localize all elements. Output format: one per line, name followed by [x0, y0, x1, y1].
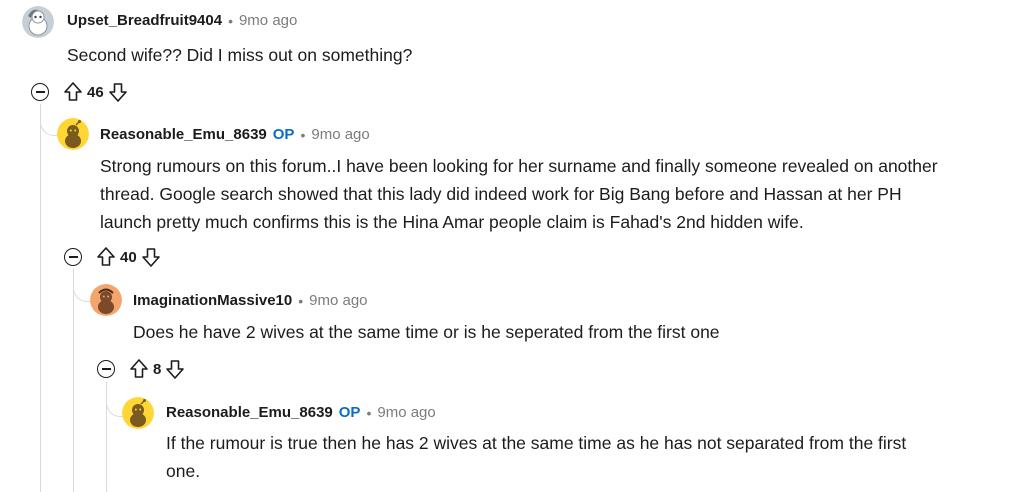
collapse-icon[interactable]	[64, 248, 82, 266]
collapse-icon[interactable]	[31, 83, 49, 101]
comment-body: Does he have 2 wives at the same time or…	[133, 318, 720, 346]
snoo-avatar-icon	[122, 397, 154, 429]
meta-separator: •	[228, 12, 233, 29]
comment-line: thread. Google search showed that this l…	[100, 184, 902, 204]
meta-separator: •	[300, 126, 306, 143]
comment-body: Strong rumours on this forum..I have bee…	[100, 152, 938, 236]
downvote-icon[interactable]	[108, 81, 128, 103]
avatar[interactable]	[22, 6, 54, 38]
comment-header: Reasonable_Emu_8639 OP • 9mo ago	[166, 404, 436, 421]
comment-header: ImaginationMassive10 • 9mo ago	[133, 292, 368, 309]
vote-count: 40	[120, 248, 137, 266]
thread-line-level-1[interactable]	[73, 268, 74, 492]
thread-line-level-0[interactable]	[40, 104, 41, 492]
timestamp[interactable]: 9mo ago	[311, 126, 369, 143]
timestamp[interactable]: 9mo ago	[309, 292, 367, 309]
timestamp[interactable]: 9mo ago	[377, 404, 435, 421]
snoo-avatar-icon	[22, 6, 54, 38]
upvote-icon[interactable]	[96, 246, 116, 268]
comment-actions: 40	[64, 245, 161, 269]
avatar[interactable]	[122, 397, 154, 429]
comment-actions: 46	[31, 80, 128, 104]
author-name[interactable]: Reasonable_Emu_8639	[166, 404, 333, 421]
comment-line: Strong rumours on this forum..I have bee…	[100, 156, 938, 176]
timestamp[interactable]: 9mo ago	[239, 12, 297, 29]
collapse-icon[interactable]	[97, 360, 115, 378]
comment-header: Reasonable_Emu_8639 OP • 9mo ago	[100, 126, 370, 143]
upvote-icon[interactable]	[63, 81, 83, 103]
comment-line: Does he have 2 wives at the same time or…	[133, 322, 720, 342]
comment-line: Second wife?? Did I miss out on somethin…	[67, 45, 413, 65]
upvote-icon[interactable]	[129, 358, 149, 380]
vote-count: 8	[153, 360, 162, 378]
avatar[interactable]	[90, 284, 122, 316]
comment-line: one.	[166, 461, 201, 481]
author-name[interactable]: Upset_Breadfruit9404	[67, 12, 222, 29]
downvote-icon[interactable]	[165, 358, 185, 380]
comment-header: Upset_Breadfruit9404 • 9mo ago	[67, 12, 297, 29]
comment-line: If the rumour is true then he has 2 wive…	[166, 433, 907, 453]
op-badge: OP	[338, 404, 361, 421]
downvote-icon[interactable]	[141, 246, 161, 268]
vote-count: 46	[87, 83, 104, 101]
author-name[interactable]: Reasonable_Emu_8639	[100, 126, 267, 143]
comment-actions: 8	[97, 357, 185, 381]
comment-line: launch pretty much confirms this is the …	[100, 212, 804, 232]
meta-separator: •	[366, 404, 372, 421]
comment-body: If the rumour is true then he has 2 wive…	[166, 429, 906, 485]
snoo-avatar-icon	[90, 284, 122, 316]
meta-separator: •	[298, 292, 304, 309]
op-badge: OP	[272, 126, 295, 143]
comment-body: Second wife?? Did I miss out on somethin…	[67, 41, 412, 69]
avatar[interactable]	[57, 118, 89, 150]
snoo-avatar-icon	[57, 118, 89, 150]
author-name[interactable]: ImaginationMassive10	[133, 292, 292, 309]
